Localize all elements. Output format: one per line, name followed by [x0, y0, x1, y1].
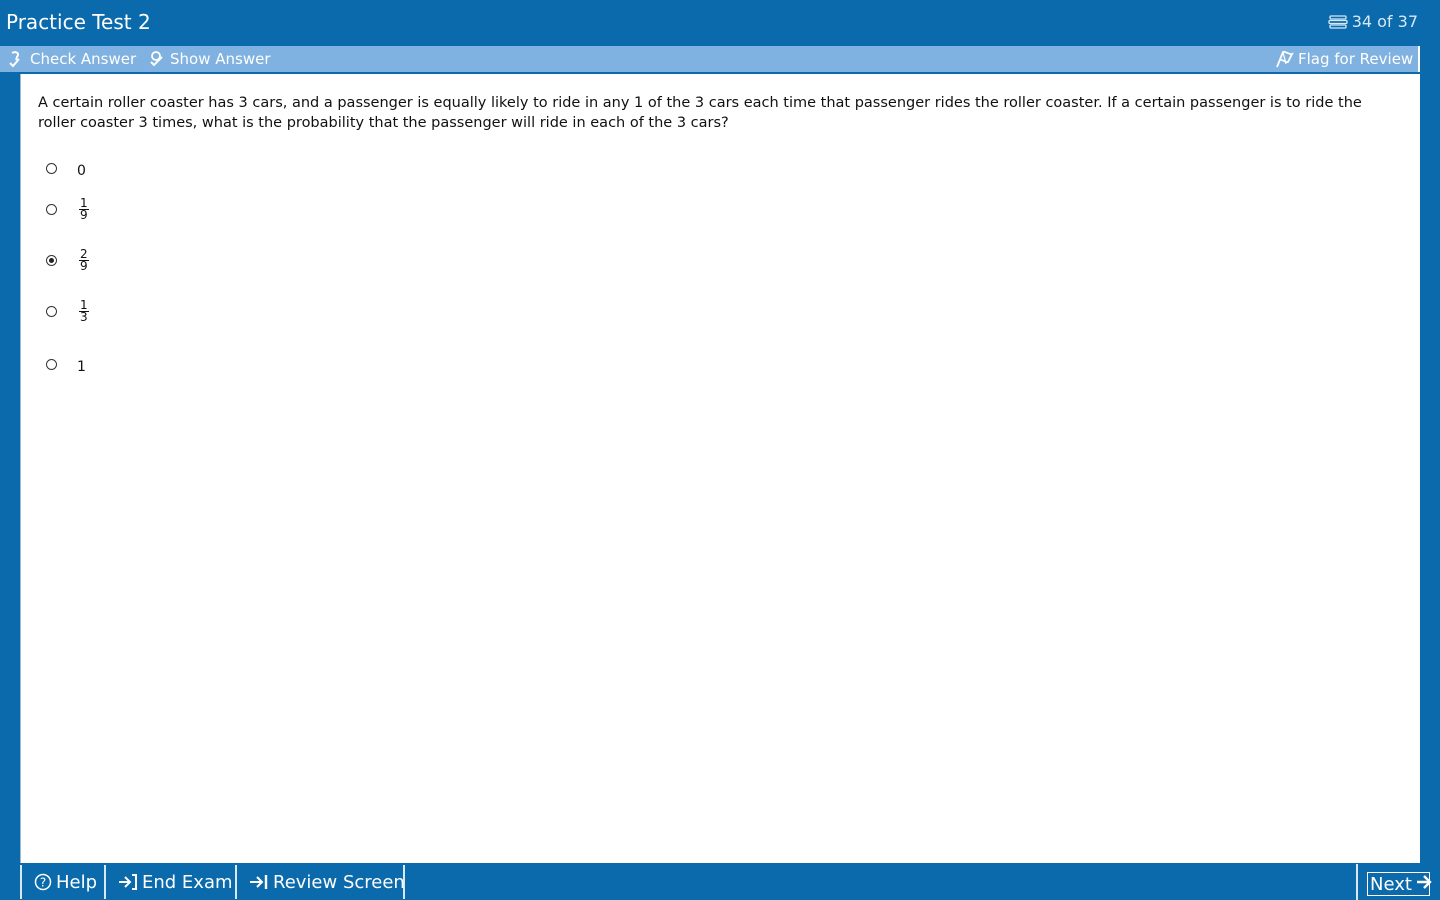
bottom-navigation-bar: ? Help End Exam Review Screen Next [0, 864, 1440, 900]
fraction: 1 3 [79, 299, 89, 324]
answer-choice-a[interactable]: 0 [46, 157, 86, 179]
question-panel: A certain roller coaster has 3 cars, and… [20, 74, 1420, 863]
radio-button[interactable] [46, 204, 57, 215]
next-button[interactable]: Next [1356, 864, 1440, 900]
svg-text:?: ? [40, 876, 46, 890]
review-screen-icon [249, 874, 269, 890]
end-exam-icon [118, 874, 138, 890]
answer-choice-c[interactable]: 2 9 [46, 248, 89, 273]
end-exam-label: End Exam [142, 871, 233, 893]
radio-button[interactable] [46, 162, 57, 174]
radio-button-selected[interactable] [46, 255, 57, 266]
answer-choice-b[interactable]: 1 9 [46, 197, 89, 222]
show-answer-label: Show Answer [170, 50, 271, 68]
help-button[interactable]: ? Help [20, 865, 106, 899]
radio-button[interactable] [46, 358, 57, 370]
check-answer-icon [8, 50, 26, 68]
denominator: 9 [80, 208, 88, 222]
flag-icon [1274, 50, 1294, 68]
fraction: 2 9 [79, 248, 89, 273]
answer-choice-e[interactable]: 1 [46, 353, 86, 375]
show-answer-icon [148, 50, 166, 68]
title-bar: Practice Test 2 34 of 37 [0, 0, 1440, 44]
question-counter: 34 of 37 [1328, 12, 1418, 31]
question-list-icon [1328, 14, 1348, 29]
show-answer-button[interactable]: Show Answer [148, 50, 271, 68]
choice-text: 0 [77, 163, 86, 179]
next-label: Next [1370, 873, 1412, 895]
end-exam-button[interactable]: End Exam [106, 865, 237, 899]
flag-for-review-button[interactable]: Flag for Review [1274, 50, 1413, 68]
fraction: 1 9 [79, 197, 89, 222]
help-icon: ? [34, 873, 52, 891]
question-counter-text: 34 of 37 [1351, 12, 1418, 31]
denominator: 9 [80, 259, 88, 273]
arrow-right-icon [1416, 874, 1432, 895]
flag-for-review-label: Flag for Review [1298, 50, 1414, 68]
question-toolbar: Check Answer Show Answer Flag for Review [0, 46, 1420, 72]
next-button-focus: Next [1367, 872, 1432, 896]
choice-text: 1 [77, 359, 86, 375]
radio-dot [49, 258, 54, 263]
check-answer-label: Check Answer [30, 50, 137, 68]
answer-choice-d[interactable]: 1 3 [46, 299, 89, 324]
question-text: A certain roller coaster has 3 cars, and… [38, 95, 1362, 131]
help-label: Help [56, 871, 98, 893]
review-screen-label: Review Screen [273, 871, 405, 893]
review-screen-button[interactable]: Review Screen [237, 865, 405, 899]
radio-button[interactable] [46, 306, 57, 317]
check-answer-button[interactable]: Check Answer [8, 50, 136, 68]
window-title: Practice Test 2 [6, 10, 151, 34]
denominator: 3 [80, 310, 88, 324]
